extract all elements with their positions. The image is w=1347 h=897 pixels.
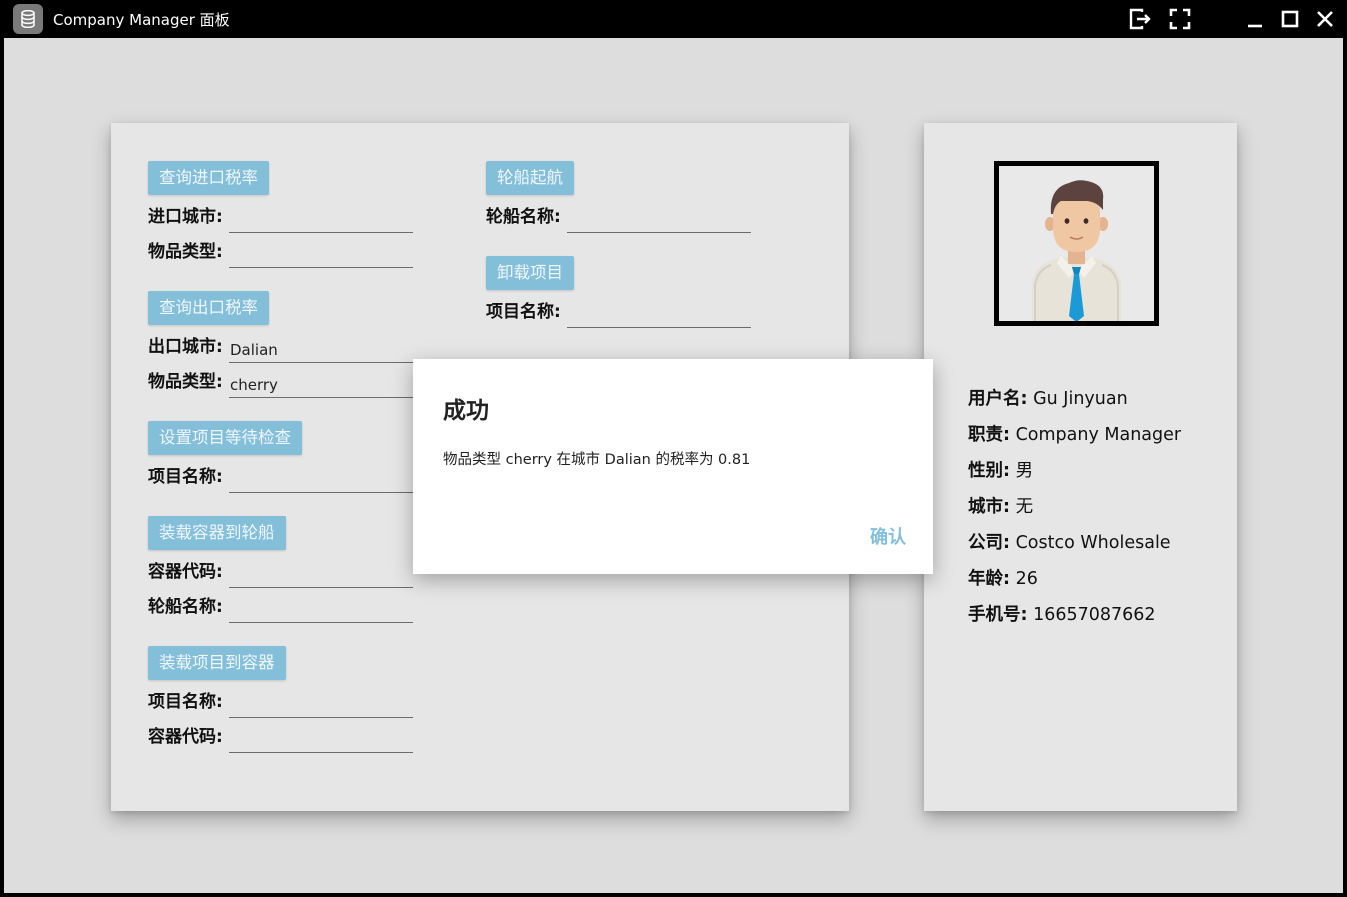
load-container-to-ship-button[interactable]: 装载容器到轮船	[148, 516, 286, 550]
import-city-label: 进口城市:	[148, 207, 223, 227]
dialog-title: 成功	[443, 398, 489, 424]
profile-panel: 用户名: Gu Jinyuan 职责: Company Manager 性别: …	[924, 123, 1237, 811]
profile-city: 城市: 无	[968, 493, 1033, 518]
export-type-value: cherry	[230, 376, 278, 394]
depart-ship-name-label: 轮船名称:	[486, 207, 561, 227]
import-type-input[interactable]	[229, 243, 413, 268]
profile-gender-value: 男	[1015, 461, 1034, 481]
export-city-label: 出口城市:	[148, 337, 223, 357]
profile-phone-value: 16657087662	[1033, 605, 1156, 625]
profile-username-label: 用户名:	[968, 389, 1028, 409]
profile-role-value: Company Manager	[1015, 425, 1182, 445]
container-code-input[interactable]	[229, 563, 413, 588]
load-container-code-input[interactable]	[229, 728, 413, 753]
fullscreen-icon[interactable]	[1169, 8, 1191, 30]
profile-company-value: Costco Wholesale	[1015, 533, 1171, 553]
profile-username-value: Gu Jinyuan	[1033, 389, 1128, 409]
database-icon	[13, 4, 43, 34]
profile-age-value: 26	[1015, 569, 1038, 589]
profile-company-label: 公司:	[968, 533, 1010, 553]
dialog-message: 物品类型 cherry 在城市 Dalian 的税率为 0.81	[443, 452, 751, 468]
profile-city-value: 无	[1015, 497, 1034, 517]
profile-city-label: 城市:	[968, 497, 1010, 517]
export-type-input[interactable]: cherry	[229, 373, 413, 398]
load-item-name-label: 项目名称:	[148, 692, 223, 712]
logout-icon[interactable]	[1129, 8, 1151, 30]
depart-ship-name-input[interactable]	[567, 208, 751, 233]
import-city-input[interactable]	[229, 208, 413, 233]
maximize-icon[interactable]	[1279, 8, 1301, 30]
load-item-to-container-button[interactable]: 装载项目到容器	[148, 646, 286, 680]
minimize-icon[interactable]	[1244, 8, 1266, 30]
unload-item-name-label: 项目名称:	[486, 302, 561, 322]
container-code-label: 容器代码:	[148, 562, 223, 582]
ship-depart-button[interactable]: 轮船起航	[486, 161, 574, 195]
ship-name-input[interactable]	[229, 598, 413, 623]
profile-gender: 性别: 男	[968, 457, 1033, 482]
load-item-name-input[interactable]	[229, 693, 413, 718]
profile-gender-label: 性别:	[968, 461, 1010, 481]
unload-item-button[interactable]: 卸载项目	[486, 256, 574, 290]
profile-phone: 手机号: 16657087662	[968, 601, 1156, 626]
profile-role-label: 职责:	[968, 425, 1010, 445]
close-icon[interactable]	[1314, 8, 1336, 30]
confirm-button[interactable]: 确认	[870, 523, 906, 549]
user-avatar-icon	[994, 161, 1159, 326]
window-title: Company Manager 面板	[53, 11, 230, 29]
profile-username: 用户名: Gu Jinyuan	[968, 385, 1128, 410]
profile-company: 公司: Costco Wholesale	[968, 529, 1171, 554]
profile-age: 年龄: 26	[968, 565, 1038, 590]
unload-item-name-input[interactable]	[567, 303, 751, 328]
title-bar: Company Manager 面板	[0, 0, 1347, 38]
load-container-code-label: 容器代码:	[148, 727, 223, 747]
import-type-label: 物品类型:	[148, 242, 223, 262]
export-type-label: 物品类型:	[148, 372, 223, 392]
query-export-tax-button[interactable]: 查询出口税率	[148, 291, 269, 325]
export-city-value: Dalian	[230, 341, 278, 359]
set-item-wait-inspection-button[interactable]: 设置项目等待检查	[148, 421, 302, 455]
wait-item-name-input[interactable]	[229, 468, 413, 493]
success-dialog: 成功 物品类型 cherry 在城市 Dalian 的税率为 0.81 确认	[413, 359, 933, 574]
query-import-tax-button[interactable]: 查询进口税率	[148, 161, 269, 195]
profile-phone-label: 手机号:	[968, 605, 1028, 625]
ship-name-label: 轮船名称:	[148, 597, 223, 617]
export-city-input[interactable]: Dalian	[229, 338, 413, 363]
wait-item-name-label: 项目名称:	[148, 467, 223, 487]
profile-age-label: 年龄:	[968, 569, 1010, 589]
profile-role: 职责: Company Manager	[968, 421, 1181, 446]
